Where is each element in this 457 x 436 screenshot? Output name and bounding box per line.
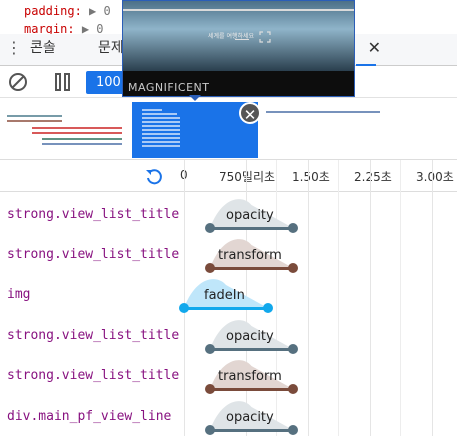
animation-row[interactable]: img fadeIn [0,273,457,313]
animation-duration-bar[interactable] [210,348,293,351]
group-thumbnail [7,115,122,145]
end-keyframe-handle[interactable] [288,223,298,233]
end-keyframe-handle[interactable] [288,263,298,273]
css-prop-margin: margin: [24,22,75,34]
tick-label: 750밀리초 [219,170,276,184]
start-keyframe-handle[interactable] [179,303,189,313]
animation-row[interactable]: strong.view_list_title transform [0,354,457,394]
more-tools-icon[interactable]: ⋮ [6,34,22,66]
start-keyframe-handle[interactable] [205,263,215,273]
css-prop-padding: padding: [24,4,82,18]
clear-all-icon[interactable] [8,72,28,92]
remove-group-icon[interactable]: ✕ [239,102,261,124]
css-value-padding[interactable]: ▶ 0 [89,4,111,18]
start-keyframe-handle[interactable] [205,384,215,394]
group-thumbnail [266,111,380,113]
animation-row[interactable]: strong.view_list_title opacity [0,193,457,233]
animation-group-card[interactable] [2,104,128,154]
end-keyframe-handle[interactable] [263,303,273,313]
node-selector-label[interactable]: div.main_pf_view_line [7,409,185,424]
node-selector-label[interactable]: strong.view_list_title [7,247,185,262]
tick-label: 1.50초 [292,170,330,184]
animation-duration-bar[interactable] [210,429,293,432]
animation-name: fadeIn [204,288,245,303]
animation-duration-bar[interactable] [210,267,293,270]
css-line-padding: padding: ▶ 0 [24,4,111,18]
preview-brand: MAGNIFICENT [128,81,210,94]
end-keyframe-handle[interactable] [288,384,298,394]
fullscreen-icon [259,31,271,43]
timeline-header: 0 750밀리초 1.50초 2.25초 3.00초 [0,160,457,192]
preview-pointer [189,95,201,101]
animation-duration-bar[interactable] [210,227,293,230]
start-keyframe-handle[interactable] [205,425,215,435]
tick-label: 3.00초 [416,170,454,184]
end-keyframe-handle[interactable] [288,344,298,354]
animation-name: opacity [226,329,274,344]
animation-name: transform [218,248,282,263]
tab-issues[interactable]: 문제 [98,34,124,66]
node-selector-label[interactable]: strong.view_list_title [7,328,185,343]
css-value-margin[interactable]: ▶ 0 [82,22,104,34]
start-keyframe-handle[interactable] [205,223,215,233]
node-selector-label[interactable]: strong.view_list_title [7,368,185,383]
animation-groups: ✕ [0,98,457,160]
tick-label: 2.25초 [354,170,392,184]
end-keyframe-handle[interactable] [288,425,298,435]
preview-divider [123,9,354,11]
animation-name: transform [218,369,282,384]
preview-dash [235,39,249,40]
start-keyframe-handle[interactable] [205,344,215,354]
close-icon[interactable]: ✕ [368,38,381,57]
animation-row[interactable]: strong.view_list_title opacity [0,314,457,354]
animation-name: opacity [226,410,274,425]
animation-duration-bar[interactable] [210,388,293,391]
replay-icon[interactable] [144,167,164,187]
animation-name: opacity [226,208,274,223]
animation-row[interactable]: div.main_pf_view_line opacity [0,395,457,435]
animation-group-card[interactable] [262,104,457,154]
node-selector-label[interactable]: img [7,287,185,302]
pause-all-icon[interactable] [54,73,72,91]
animation-row[interactable]: strong.view_list_title transform [0,233,457,273]
animation-preview-popup: 세계를 여행하세요 MAGNIFICENT [122,0,355,97]
css-line-margin: margin: ▶ 0 [24,22,104,34]
animation-duration-bar[interactable] [184,307,268,310]
tab-console[interactable]: 콘솔 [30,34,56,66]
node-selector-label[interactable]: strong.view_list_title [7,207,185,222]
